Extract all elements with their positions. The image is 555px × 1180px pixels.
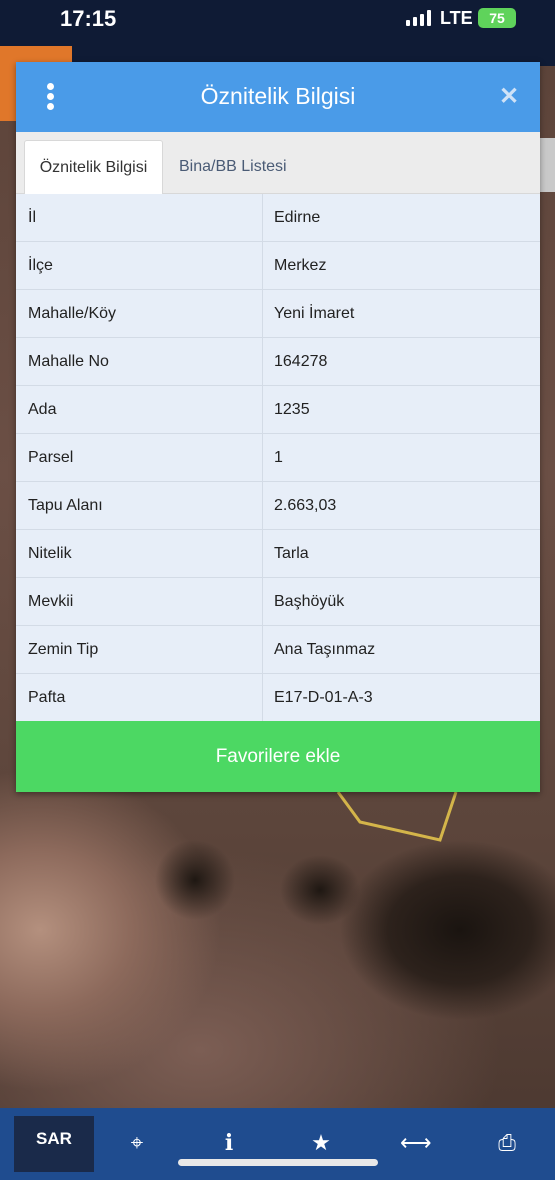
tab-building-list[interactable]: Bina/BB Listesi [179,140,287,194]
info-icon[interactable]: i [215,1130,243,1156]
row-key: İl [16,194,263,241]
row-key: Parsel [16,434,263,481]
table-row: Nitelik Tarla [16,530,540,578]
row-value: Başhöyük [274,593,345,610]
dialog-title: Öznitelik Bilgisi [200,83,356,109]
row-value: Tarla [274,545,309,562]
side-panel-edge [540,138,555,192]
table-row: Tapu Alanı 2.663,03 [16,482,540,530]
row-value: Edirne [274,209,321,226]
row-key: Zemin Tip [16,626,263,673]
table-row: İl Edirne [16,194,540,242]
row-value: 2.663,03 [274,497,337,514]
row-value: Yeni İmaret [274,305,355,322]
add-favorites-button[interactable]: Favorilere ekle [16,721,540,792]
row-value: E17-D-01-A-3 [274,689,373,706]
row-value: Ana Taşınmaz [274,641,376,658]
table-row: Parsel 1 [16,434,540,482]
table-row: Mahalle No 164278 [16,338,540,386]
tab-attribute-info[interactable]: Öznitelik Bilgisi [24,140,163,194]
signal-icon [406,10,431,26]
arrows-horizontal-icon[interactable]: ⟷ [400,1130,432,1156]
row-key: Mevkii [16,578,263,625]
table-row: İlçe Merkez [16,242,540,290]
star-icon[interactable]: ★ [307,1130,335,1156]
row-value: Merkez [274,257,327,274]
attribute-dialog: Öznitelik Bilgisi ✕ Öznitelik Bilgisi Bi… [16,62,540,792]
attribute-table: İl Edirne İlçe Merkez Mahalle/Köy Yeni İ… [16,194,540,722]
tab-bar: Öznitelik Bilgisi Bina/BB Listesi [16,132,540,194]
row-key: Mahalle/Köy [16,290,263,337]
row-key: Mahalle No [16,338,263,385]
status-bar: 17:15 LTE 75 [0,0,555,46]
row-key: Nitelik [16,530,263,577]
battery-icon: 75 [478,8,516,28]
home-indicator [178,1159,378,1166]
table-row: Mevkii Başhöyük [16,578,540,626]
bottom-toolbar: SAR ⌖ i ★ ⟷ ⎙ [0,1108,555,1180]
table-row: Zemin Tip Ana Taşınmaz [16,626,540,674]
print-icon[interactable]: ⎙ [493,1130,521,1156]
row-key: Ada [16,386,263,433]
close-icon[interactable]: ✕ [498,85,520,109]
crosshair-icon[interactable]: ⌖ [123,1130,151,1156]
table-row: Mahalle/Köy Yeni İmaret [16,290,540,338]
row-value: 1235 [274,401,310,418]
table-row: Ada 1235 [16,386,540,434]
row-key: İlçe [16,242,263,289]
row-key: Tapu Alanı [16,482,263,529]
row-value: 164278 [274,353,328,370]
table-row: Pafta E17-D-01-A-3 [16,674,540,722]
row-value: 1 [274,449,283,466]
network-label: LTE [440,8,473,28]
status-time: 17:15 [60,6,117,31]
row-key: Pafta [16,674,263,721]
sar-logo[interactable]: SAR [14,1116,94,1172]
dialog-header: Öznitelik Bilgisi ✕ [16,62,540,132]
